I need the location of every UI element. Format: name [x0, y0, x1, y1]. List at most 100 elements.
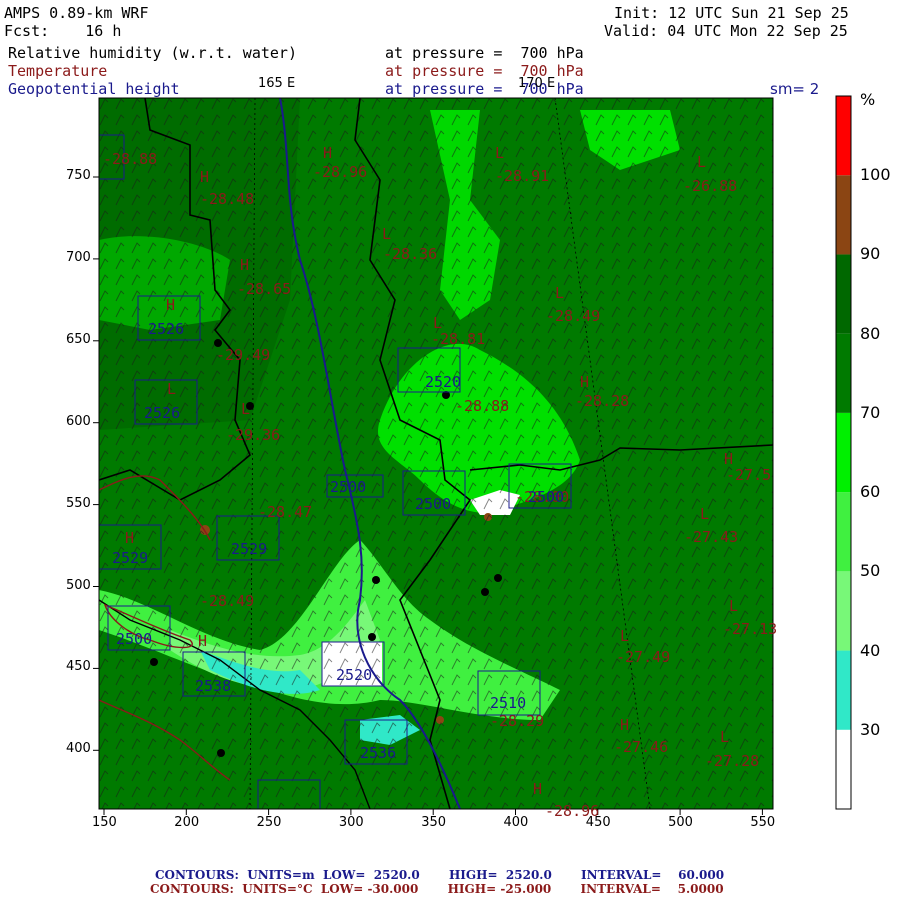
temp-label: -28.36 — [383, 245, 438, 263]
colorbar-level-label: 40 — [860, 640, 881, 660]
station-dot — [494, 574, 502, 582]
colorbar-level-label: 80 — [860, 323, 881, 343]
temp-label: -27.13 — [723, 620, 778, 638]
temp-label: -28.96 — [313, 163, 368, 181]
x-tick-label: 150 — [92, 815, 117, 830]
temp-label: -28.49 — [546, 307, 601, 325]
temp-label: -28.29 — [490, 712, 545, 730]
high-low-marker: H — [724, 450, 734, 468]
footer-temp-contours: CONTOURS: UNITS=°C LOW= -30.000 HIGH= -2… — [150, 882, 724, 896]
y-tick-label: 750 — [66, 168, 91, 183]
temp-label: -28.65 — [237, 280, 292, 298]
temp-label: -27.5 — [726, 466, 772, 484]
height-label: 2529 — [231, 540, 268, 558]
high-low-marker: L — [729, 597, 739, 615]
height-label: 2500 — [415, 495, 452, 513]
y-tick-label: 700 — [66, 249, 91, 265]
colorbar-swatch — [836, 96, 851, 176]
height-label: 2500 — [116, 630, 153, 648]
x-tick-label: 200 — [174, 815, 200, 830]
map-canvas — [93, 95, 852, 815]
high-low-marker: H — [323, 144, 333, 162]
x-tick-label: 500 — [668, 815, 693, 830]
high-low-marker: H — [125, 529, 135, 547]
station-dot — [368, 633, 376, 641]
colorbar-swatch — [836, 650, 851, 730]
temp-label: -29.36 — [226, 426, 281, 444]
x-tick-label: 300 — [338, 815, 364, 830]
x-tick-label: 250 — [256, 815, 282, 830]
temp-label: -28.48 — [200, 190, 255, 208]
height-label: 2526 — [144, 404, 181, 422]
colorbar-swatch — [836, 333, 851, 413]
footer-height-contours: CONTOURS: UNITS=m LOW= 2520.0 HIGH= 2520… — [155, 868, 725, 882]
high-low-marker: L — [382, 225, 392, 243]
height-label: 2520 — [425, 373, 462, 391]
colorbar-level-label: 70 — [860, 402, 881, 422]
station-dot — [481, 588, 489, 596]
colorbar-level-label: 30 — [860, 719, 881, 739]
temp-label: -27.46 — [614, 738, 669, 756]
high-low-marker: H — [198, 632, 208, 650]
temp-label: -27.28 — [705, 752, 760, 770]
high-low-marker: H — [240, 256, 250, 274]
high-low-marker: L — [700, 505, 710, 523]
colorbar-level-label: 90 — [860, 244, 881, 264]
y-tick-label: 400 — [66, 741, 91, 757]
high-low-marker: L — [620, 627, 630, 645]
colorbar-swatch — [836, 254, 851, 334]
height-label: 2538 — [195, 677, 232, 695]
temp-label: -28.91 — [495, 167, 550, 185]
colorbar-swatch — [836, 175, 851, 255]
colorbar-level-label: 100 — [860, 165, 891, 185]
high-low-marker: L — [495, 144, 505, 162]
temp-label: -27.49 — [616, 648, 671, 666]
x-tick-label: 400 — [503, 815, 529, 830]
x-tick-label: 550 — [750, 815, 776, 830]
temp-label: -29.49 — [216, 346, 271, 364]
height-label: 2529 — [112, 549, 149, 567]
temp-label: -28.88 — [103, 150, 158, 168]
high-low-marker: L — [697, 153, 707, 171]
temp-label: -28.49 — [200, 592, 255, 610]
temp-label: -28.81 — [431, 330, 486, 348]
colorbar-swatch — [836, 571, 851, 651]
high-low-marker: L — [720, 728, 730, 746]
height-label: 2526 — [148, 320, 185, 338]
colorbar-swatch — [836, 492, 851, 572]
x-tick-label: 350 — [421, 815, 447, 830]
high-low-marker: L — [241, 400, 251, 418]
station-dot — [150, 658, 158, 666]
height-label: 2500 — [528, 488, 565, 506]
colorbar-level-label: 50 — [860, 561, 881, 581]
high-low-marker: L — [433, 314, 443, 332]
meridian-label-170e: 170 E — [518, 76, 556, 91]
temp-label: -28.28 — [575, 392, 630, 410]
high-low-marker: H — [580, 373, 590, 391]
y-tick-label: 600 — [66, 413, 91, 429]
height-label: 2536 — [360, 744, 397, 762]
high-low-marker: H — [533, 780, 543, 798]
y-tick-label: 650 — [66, 331, 91, 347]
temp-label: -26.88 — [683, 177, 738, 195]
station-dot — [217, 749, 225, 757]
temp-label: -28.47 — [258, 503, 313, 521]
height-label: 2520 — [336, 666, 373, 684]
high-low-marker: H — [620, 716, 630, 734]
height-label: 2510 — [490, 694, 527, 712]
station-dot — [372, 576, 380, 584]
colorbar-swatch — [836, 412, 851, 493]
high-low-marker: H — [166, 296, 176, 314]
temp-label: -27.43 — [684, 528, 739, 546]
y-tick-label: 550 — [66, 495, 91, 511]
y-tick-label: 450 — [66, 659, 91, 675]
y-tick-label: 500 — [66, 577, 91, 593]
colorbar-level-label: 60 — [860, 482, 881, 502]
height-label: 2500 — [330, 478, 367, 496]
colorbar-swatch — [836, 729, 851, 809]
high-low-marker: H — [200, 168, 210, 186]
x-tick-label: 450 — [585, 815, 611, 830]
high-low-marker: L — [167, 380, 177, 398]
colorbar-unit: % — [860, 90, 876, 109]
high-low-marker: L — [555, 284, 565, 302]
